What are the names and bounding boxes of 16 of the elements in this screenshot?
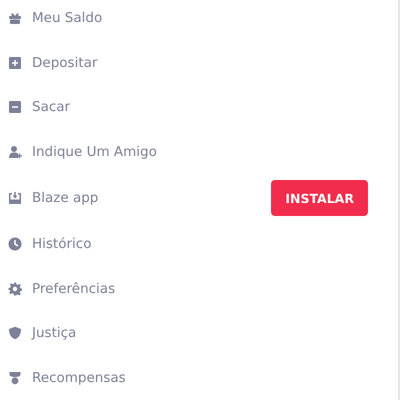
shield-icon	[9, 327, 21, 340]
menu-item-label[interactable]: Justiça	[32, 325, 368, 342]
menu-item-label[interactable]: Depositar	[32, 54, 368, 71]
menu-item-label[interactable]: Histórico	[32, 236, 368, 252]
menu-item-label[interactable]: Blaze app	[32, 190, 272, 206]
user-plus-icon	[9, 146, 22, 158]
clock-icon	[8, 238, 22, 251]
download-icon	[9, 192, 21, 204]
gift-icon	[9, 14, 21, 24]
menu-item-label[interactable]: Recompensas	[32, 370, 368, 386]
settings-icon	[8, 282, 22, 296]
menu-item-label[interactable]: Indique Um Amigo	[32, 144, 368, 160]
install-button[interactable]: INSTALAR	[271, 180, 368, 216]
menu-item-label[interactable]: Preferências	[32, 280, 368, 297]
menu-item-label[interactable]: Sacar	[32, 99, 368, 116]
menu-item-label[interactable]: Meu Saldo	[32, 10, 368, 26]
